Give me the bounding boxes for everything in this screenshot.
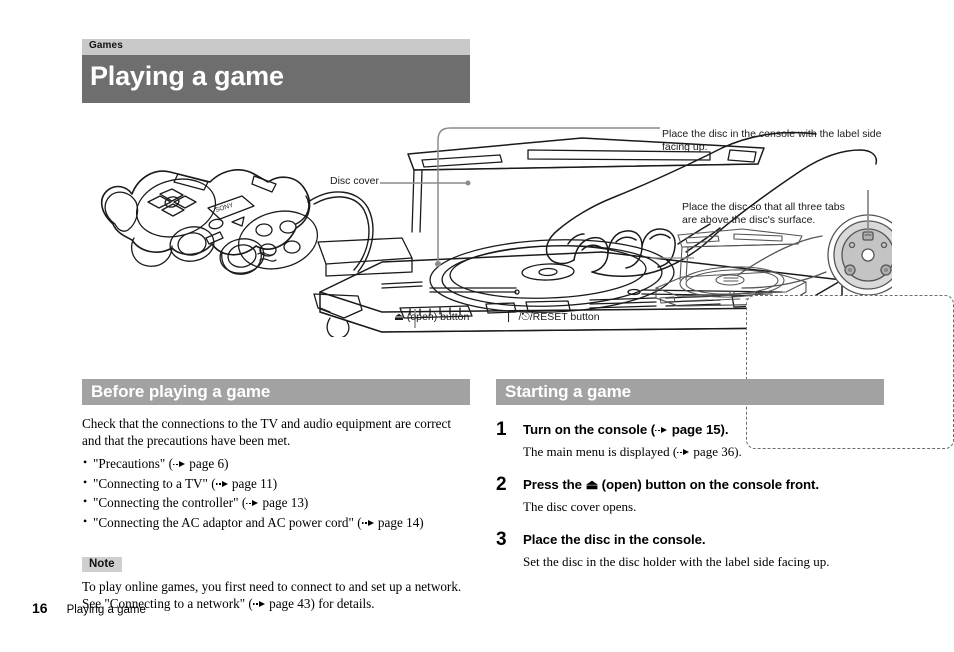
page-ref-arrow-icon — [172, 460, 186, 469]
note-badge: Note — [82, 557, 122, 572]
list-item-text: "Connecting the AC adaptor and AC power … — [93, 514, 362, 530]
callout-reset-button-label: /RESET button — [529, 311, 600, 323]
inset-instruction-text: Place the disc so that all three tabs ar… — [682, 201, 845, 226]
step-heading-part-b: ). — [720, 422, 729, 437]
section-title: Before playing a game — [91, 382, 271, 401]
reference-list: "Precautions" ( page 6) "Connecting to a… — [82, 454, 470, 531]
list-item-text: "Precautions" ( — [93, 456, 173, 471]
step-number: 3 — [496, 529, 507, 550]
section-starting-a-game: Starting a game 1 Turn on the console ( … — [496, 379, 884, 570]
list-item-text: "Connecting the controller" ( — [93, 495, 247, 510]
list-item-tail: ) — [419, 514, 424, 530]
list-item: "Connecting the AC adaptor and AC power … — [82, 513, 470, 531]
section-header-starting-a-game: Starting a game — [496, 379, 884, 405]
intro-paragraph: Check that the connections to the TV and… — [82, 416, 452, 448]
callout-open-button: ⏏ (open) button — [394, 311, 469, 324]
page-ref-arrow-icon — [655, 426, 668, 435]
step-number: 1 — [496, 419, 507, 440]
page-ref-arrow-icon — [677, 448, 690, 457]
list-item: "Connecting to a TV" ( page 11) — [82, 474, 470, 492]
step-heading: Press the ⏏ (open) button on the console… — [523, 476, 884, 493]
page-ref-arrow-icon — [252, 600, 266, 609]
page-ref-arrow-icon — [361, 519, 375, 528]
list-item-tail: ) — [303, 495, 309, 510]
step-heading: Place the disc in the console. — [523, 532, 706, 547]
step-description: The disc cover opens. — [523, 499, 637, 514]
eject-icon: ⏏ — [394, 311, 404, 323]
page-ref: page 13 — [262, 495, 304, 510]
section-title: Starting a game — [505, 382, 632, 401]
eject-icon: ⏏ — [585, 477, 599, 492]
page-ref-arrow-icon — [215, 480, 229, 489]
step-3: 3 Place the disc in the console. Set the… — [496, 529, 884, 570]
step-1: 1 Turn on the console ( page 15). The ma… — [496, 419, 884, 460]
step-description: The main menu is displayed ( page 36). — [523, 444, 884, 460]
list-item-tail: ) — [224, 456, 229, 471]
chapter-bar: Games — [82, 39, 470, 55]
step-description: Set the disc in the disc holder with the… — [523, 554, 830, 569]
page-ref: page 6 — [189, 456, 225, 471]
section-header-before-playing: Before playing a game — [82, 379, 470, 405]
step-description-part-a: The main menu is displayed ( — [523, 444, 678, 459]
list-item-tail: ) — [272, 475, 278, 491]
step-heading: Turn on the console ( page 15). — [523, 421, 884, 438]
step-heading-part-b: (open) button on the console front. — [598, 477, 819, 492]
callout-reset-button: ⎸/⎋/RESET button — [508, 311, 600, 324]
footer-title: Playing a game — [66, 604, 146, 616]
page-ref: page 11 — [231, 475, 273, 491]
console-brand-text: SONY — [215, 202, 235, 214]
page-ref: page 15 — [671, 422, 721, 437]
step-2: 2 Press the ⏏ (open) button on the conso… — [496, 474, 884, 515]
chapter-label: Games — [89, 40, 123, 51]
page-footer: 16 Playing a game — [32, 600, 146, 618]
callout-open-button-label: (open) button — [406, 311, 470, 323]
step-description-part-b: ). — [734, 444, 742, 459]
step-heading-part-a: Press the — [523, 477, 586, 492]
manual-page: Games Playing a game SONY Place the disc… — [0, 0, 954, 652]
page-title: Playing a game — [90, 61, 284, 91]
callout-place-disc-label-up: Place the disc in the console with the l… — [662, 128, 882, 153]
page-ref-arrow-icon — [246, 499, 259, 508]
note-text-part-b: ) for details. — [310, 595, 375, 611]
page-ref: page 36 — [693, 444, 735, 459]
step-number: 2 — [496, 474, 507, 495]
callout-disc-cover: Disc cover — [330, 175, 380, 187]
power-standby-icon: ⎸/⎋ — [508, 311, 530, 323]
page-title-bar: Playing a game — [82, 55, 470, 103]
list-item: "Connecting the controller" ( page 13) — [82, 493, 470, 511]
page-ref: page 14 — [377, 514, 420, 530]
step-heading-part-a: Turn on the console ( — [523, 422, 656, 437]
footer-page-number: 16 — [32, 600, 48, 616]
page-ref: page 43 — [269, 595, 311, 611]
section-before-playing: Before playing a game Check that the con… — [82, 379, 470, 612]
list-item: "Precautions" ( page 6) — [82, 454, 470, 472]
list-item-text: "Connecting to a TV" ( — [93, 475, 216, 491]
